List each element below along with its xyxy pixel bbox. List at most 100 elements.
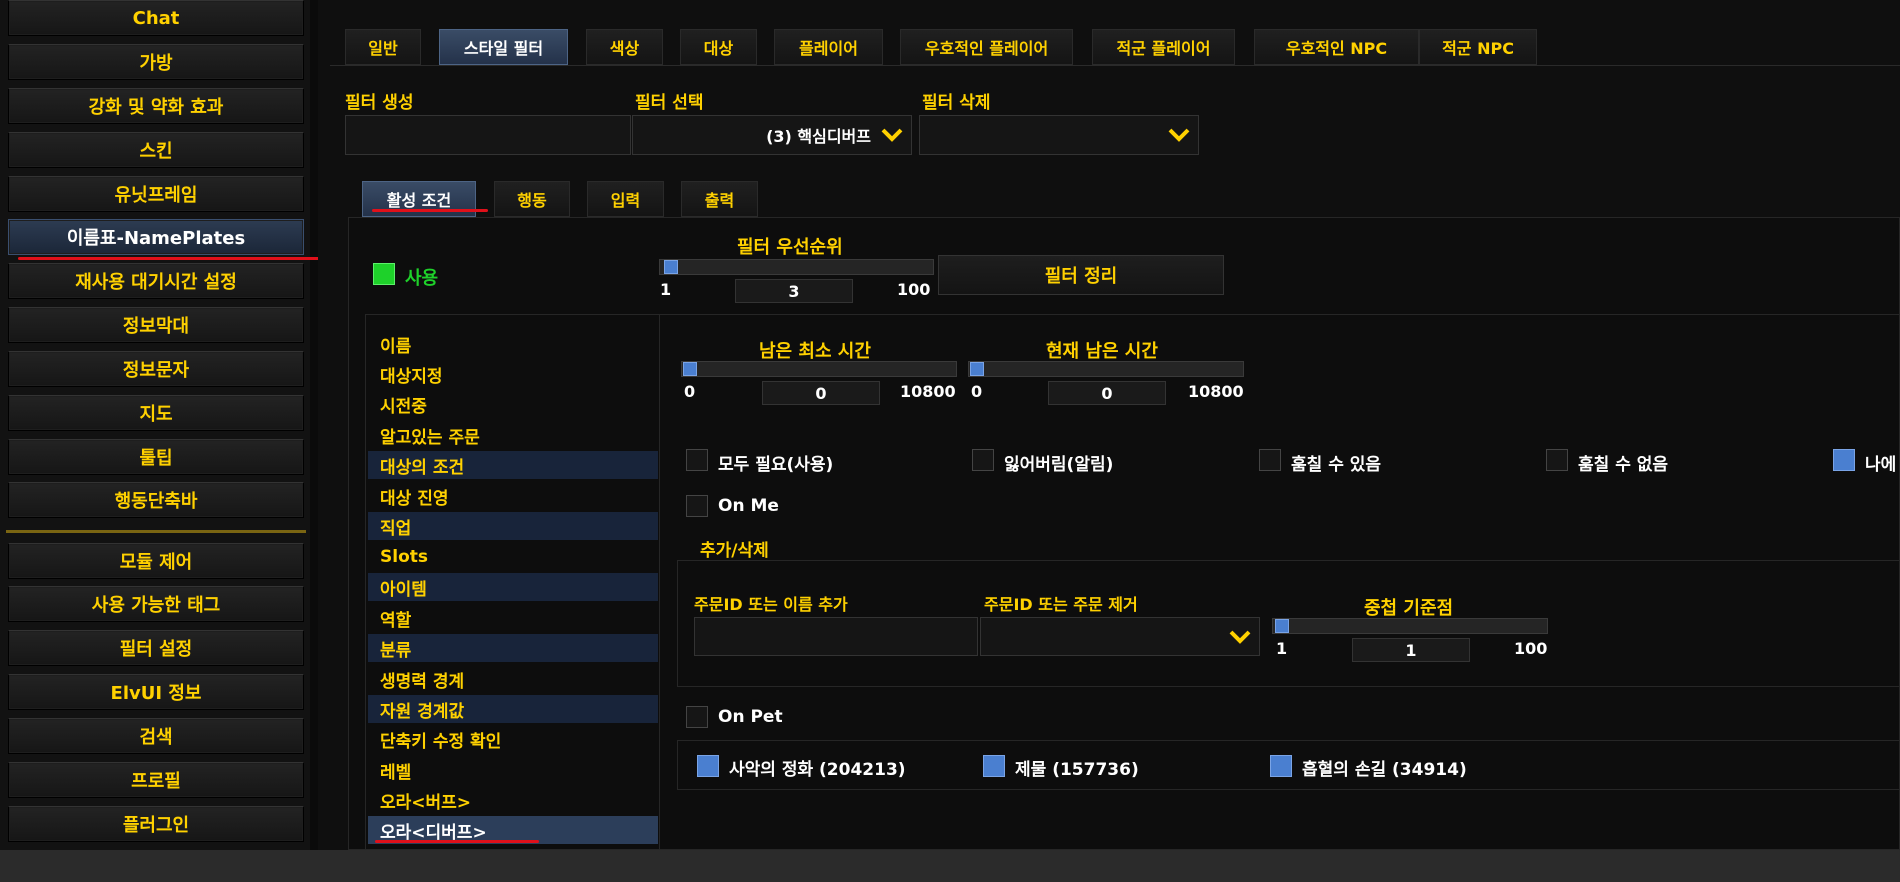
slider-thumb[interactable] <box>970 362 984 376</box>
current-time-min: 0 <box>971 382 983 401</box>
stack-threshold-value-input[interactable]: 1 <box>1352 638 1470 662</box>
condition-role[interactable]: 역할 <box>368 604 658 632</box>
on-pet-checkbox[interactable] <box>686 706 708 728</box>
sidebar-item-datatexts[interactable]: 정보문자 <box>8 351 304 387</box>
on-pet-label: On Pet <box>718 707 783 727</box>
slider-thumb[interactable] <box>1275 619 1289 633</box>
spell-checkbox-purge-the-wicked[interactable] <box>697 755 719 777</box>
stack-threshold-min: 1 <box>1276 639 1288 658</box>
condition-targeting[interactable]: 대상지정 <box>368 360 658 388</box>
add-spell-input[interactable] <box>694 617 978 656</box>
sidebar-item-chat[interactable]: Chat <box>8 0 304 36</box>
on-me-label: On Me <box>718 496 779 516</box>
annotation-underline <box>375 840 539 843</box>
spell-label-vampiric-touch: 흡혈의 손길 (34914) <box>1302 760 1467 780</box>
not-stealable-label: 훔칠 수 없음 <box>1578 455 1669 475</box>
sidebar-item-elvui-info[interactable]: ElvUI 정보 <box>8 674 304 710</box>
spell-checkbox-immolate[interactable] <box>983 755 1005 777</box>
sidebar-item-profiles[interactable]: 프로필 <box>8 762 304 798</box>
condition-casting[interactable]: 시전중 <box>368 390 658 418</box>
remove-spell-label: 주문ID 또는 주문 제거 <box>984 595 1138 614</box>
enable-label: 사용 <box>405 268 439 289</box>
condition-key-modifiers[interactable]: 단축키 수정 확인 <box>368 725 658 753</box>
filter-delete-dropdown[interactable] <box>919 115 1199 155</box>
tab-colors[interactable]: 색상 <box>586 29 663 65</box>
tab-target[interactable]: 대상 <box>680 29 757 65</box>
current-time-max: 10800 <box>1188 382 1244 401</box>
priority-min: 1 <box>660 280 672 299</box>
remove-spell-dropdown[interactable] <box>980 617 1260 656</box>
annotation-underline <box>372 209 488 212</box>
stack-threshold-label: 중첩 기준점 <box>1364 598 1454 619</box>
sidebar-item-databars[interactable]: 정보막대 <box>8 307 304 343</box>
lost-checkbox[interactable] <box>972 449 994 471</box>
enable-checkbox[interactable] <box>373 263 395 285</box>
stealable-checkbox[interactable] <box>1259 449 1281 471</box>
sidebar-item-modulecontrol[interactable]: 모듈 제어 <box>8 543 304 579</box>
sidebar-item-maps[interactable]: 지도 <box>8 395 304 431</box>
condition-health-threshold[interactable]: 생명력 경계 <box>368 665 658 693</box>
condition-classification[interactable]: 분류 <box>368 634 658 662</box>
tab-general[interactable]: 일반 <box>345 29 421 65</box>
slider-thumb[interactable] <box>664 260 678 274</box>
condition-faction[interactable]: 대상 진영 <box>368 482 658 510</box>
sidebar-item-nameplates[interactable]: 이름표-NamePlates <box>8 219 304 255</box>
sidebar-item-skins[interactable]: 스킨 <box>8 132 304 168</box>
sidebar-item-buffs-debuffs[interactable]: 강화 및 약화 효과 <box>8 88 304 124</box>
priority-value-input[interactable]: 3 <box>735 279 853 303</box>
slider-thumb[interactable] <box>683 362 697 376</box>
tab-friendly-npc[interactable]: 우호적인 NPC <box>1254 29 1419 65</box>
priority-slider[interactable] <box>659 259 934 275</box>
from-me-checkbox[interactable] <box>1833 449 1855 471</box>
not-stealable-checkbox[interactable] <box>1546 449 1568 471</box>
bottom-bar <box>0 850 1900 882</box>
tab-player[interactable]: 플레이어 <box>774 29 883 65</box>
tab-enemy-player[interactable]: 적군 플레이어 <box>1092 29 1235 65</box>
condition-items[interactable]: 아이템 <box>368 573 658 601</box>
sidebar-item-tags[interactable]: 사용 가능한 태그 <box>8 586 304 622</box>
condition-known-spell[interactable]: 알고있는 주문 <box>368 421 658 449</box>
sidebar-item-search[interactable]: 검색 <box>8 718 304 754</box>
tab-style-filter[interactable]: 스타일 필터 <box>439 29 568 65</box>
spell-checkbox-vampiric-touch[interactable] <box>1270 755 1292 777</box>
current-time-value-input[interactable]: 0 <box>1048 381 1166 405</box>
condition-buffs[interactable]: 오라<버프> <box>368 786 658 814</box>
sidebar-item-plugins[interactable]: 플러그인 <box>8 806 304 842</box>
condition-slots[interactable]: Slots <box>368 543 658 571</box>
current-time-slider[interactable] <box>968 361 1244 377</box>
condition-name[interactable]: 이름 <box>368 330 658 358</box>
subtab-import[interactable]: 입력 <box>587 181 664 217</box>
condition-level[interactable]: 레벨 <box>368 756 658 784</box>
condition-class[interactable]: 직업 <box>368 512 658 540</box>
sidebar-item-bags[interactable]: 가방 <box>8 44 304 80</box>
priority-max: 100 <box>897 280 931 299</box>
chevron-down-icon <box>1168 128 1190 142</box>
from-me-label: 나에 <box>1865 455 1897 475</box>
sidebar-divider <box>6 530 306 533</box>
min-time-value-input[interactable]: 0 <box>762 381 880 405</box>
require-all-checkbox[interactable] <box>686 449 708 471</box>
stack-threshold-slider[interactable] <box>1272 618 1548 634</box>
sidebar-item-actionbars[interactable]: 행동단축바 <box>8 482 304 518</box>
priority-label: 필터 우선순위 <box>737 237 843 258</box>
condition-power-threshold[interactable]: 자원 경계값 <box>368 695 658 723</box>
tab-enemy-npc[interactable]: 적군 NPC <box>1419 29 1537 65</box>
sidebar-item-tooltip[interactable]: 툴팁 <box>8 439 304 475</box>
addremove-title: 추가/삭제 <box>700 541 769 561</box>
sidebar-item-filters[interactable]: 필터 설정 <box>8 630 304 666</box>
filter-cleanup-button[interactable]: 필터 정리 <box>938 255 1224 295</box>
tab-friendly-player[interactable]: 우호적인 플레이어 <box>900 29 1073 65</box>
filter-select-dropdown[interactable]: (3) 핵심디버프 <box>632 115 912 155</box>
on-me-checkbox[interactable] <box>686 495 708 517</box>
min-time-min: 0 <box>684 382 696 401</box>
filter-create-input[interactable] <box>345 115 631 155</box>
spell-label-immolate: 제물 (157736) <box>1015 760 1139 780</box>
sidebar-item-cooldown[interactable]: 재사용 대기시간 설정 <box>8 263 304 299</box>
sidebar-item-unitframes[interactable]: 유닛프레임 <box>8 176 304 212</box>
subtab-export[interactable]: 출력 <box>681 181 758 217</box>
min-time-slider[interactable] <box>681 361 957 377</box>
stack-threshold-max: 100 <box>1514 639 1548 658</box>
subtab-actions[interactable]: 행동 <box>494 181 570 217</box>
condition-unit-status[interactable]: 대상의 조건 <box>368 451 658 479</box>
min-time-label: 남은 최소 시간 <box>759 341 871 362</box>
